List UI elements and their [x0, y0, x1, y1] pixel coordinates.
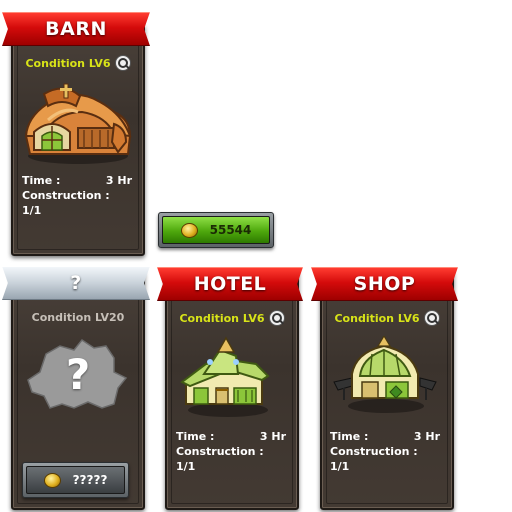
- barn-condition-text: Condition LV6: [25, 56, 111, 70]
- shop-time-label: Time :: [330, 430, 369, 443]
- hotel-info: Time : 3 Hr Construction : 1/1: [176, 429, 286, 474]
- shop-title-ribbon: SHOP: [311, 267, 458, 301]
- hotel-time-value: 3 Hr: [259, 430, 286, 443]
- shop-info: Time : 3 Hr Construction : 1/1: [330, 429, 440, 474]
- locked-condition: Condition LV20: [11, 311, 145, 324]
- barn-time-label: Time :: [22, 174, 61, 187]
- barn-building-illustration: [24, 83, 132, 164]
- shop-condition: Condition LV6: [320, 310, 454, 326]
- barn-info: Time : 3 Hr Construction : 1/1: [22, 173, 132, 218]
- magnifier-icon[interactable]: [114, 55, 131, 71]
- magnifier-icon[interactable]: [423, 310, 440, 326]
- locked-title: ?: [70, 272, 82, 294]
- hotel-time-label: Time :: [176, 430, 215, 443]
- shop-time-value: 3 Hr: [413, 430, 440, 443]
- locked-title-ribbon: ?: [2, 266, 150, 300]
- shop-condition-text: Condition LV6: [334, 311, 420, 325]
- locked-cost-value: ?????: [72, 473, 108, 487]
- barn-title: BARN: [45, 18, 107, 40]
- hotel-condition-text: Condition LV6: [179, 311, 265, 325]
- barn-condition: Condition LV6: [11, 55, 145, 71]
- hotel-title: HOTEL: [193, 273, 267, 295]
- magnifier-icon[interactable]: [268, 310, 285, 326]
- locked-question-mark: ?: [65, 350, 91, 399]
- gold-coin-icon: [180, 222, 198, 238]
- locked-condition-text: Condition LV20: [31, 311, 125, 324]
- barn-title-ribbon: BARN: [2, 12, 150, 46]
- shop-building-illustration: [333, 336, 437, 413]
- barn-build-button[interactable]: 55544: [158, 212, 274, 248]
- hotel-building-illustration: [180, 336, 270, 417]
- gold-coin-icon: [43, 472, 61, 488]
- hotel-title-ribbon: HOTEL: [157, 267, 303, 301]
- hotel-construction: Construction : 1/1: [176, 445, 264, 473]
- barn-construction: Construction : 1/1: [22, 189, 110, 217]
- hotel-condition: Condition LV6: [165, 310, 299, 326]
- locked-build-button[interactable]: ?????: [22, 462, 129, 498]
- shop-construction: Construction : 1/1: [330, 445, 418, 473]
- barn-cost-value: 55544: [209, 223, 252, 237]
- barn-time-value: 3 Hr: [105, 174, 132, 187]
- shop-title: SHOP: [353, 273, 416, 295]
